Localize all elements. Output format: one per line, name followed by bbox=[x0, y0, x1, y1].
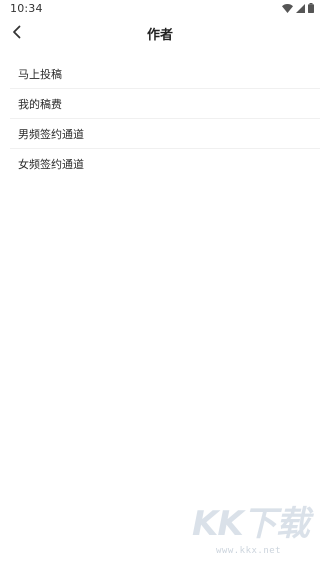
watermark: KK下载 www.kkx.net bbox=[192, 502, 312, 562]
menu-item-label: 女频签约通道 bbox=[18, 157, 84, 171]
menu-item-label: 我的稿费 bbox=[18, 97, 62, 111]
menu-item-female-channel-signing[interactable]: 女频签约通道 bbox=[10, 149, 320, 178]
cellular-signal-icon bbox=[296, 3, 305, 16]
menu-item-submit-manuscript[interactable]: 马上投稿 bbox=[10, 59, 320, 89]
status-time: 10:34 bbox=[10, 2, 43, 15]
watermark-logo: KK下载 bbox=[192, 504, 310, 544]
menu-item-male-channel-signing[interactable]: 男频签约通道 bbox=[10, 119, 320, 149]
menu-item-label: 男频签约通道 bbox=[18, 127, 84, 141]
app-bar: 作者 bbox=[0, 18, 320, 50]
menu-item-label: 马上投稿 bbox=[18, 67, 62, 81]
page-title: 作者 bbox=[146, 28, 173, 43]
wifi-icon bbox=[282, 3, 293, 16]
status-bar: 10:34 bbox=[0, 0, 320, 18]
watermark-url: www.kkx.net bbox=[216, 546, 282, 556]
author-menu-list: 马上投稿 我的稿费 男频签约通道 女频签约通道 bbox=[0, 59, 320, 178]
menu-item-my-royalties[interactable]: 我的稿费 bbox=[10, 89, 320, 119]
battery-icon bbox=[308, 3, 314, 16]
status-icons bbox=[282, 3, 314, 16]
